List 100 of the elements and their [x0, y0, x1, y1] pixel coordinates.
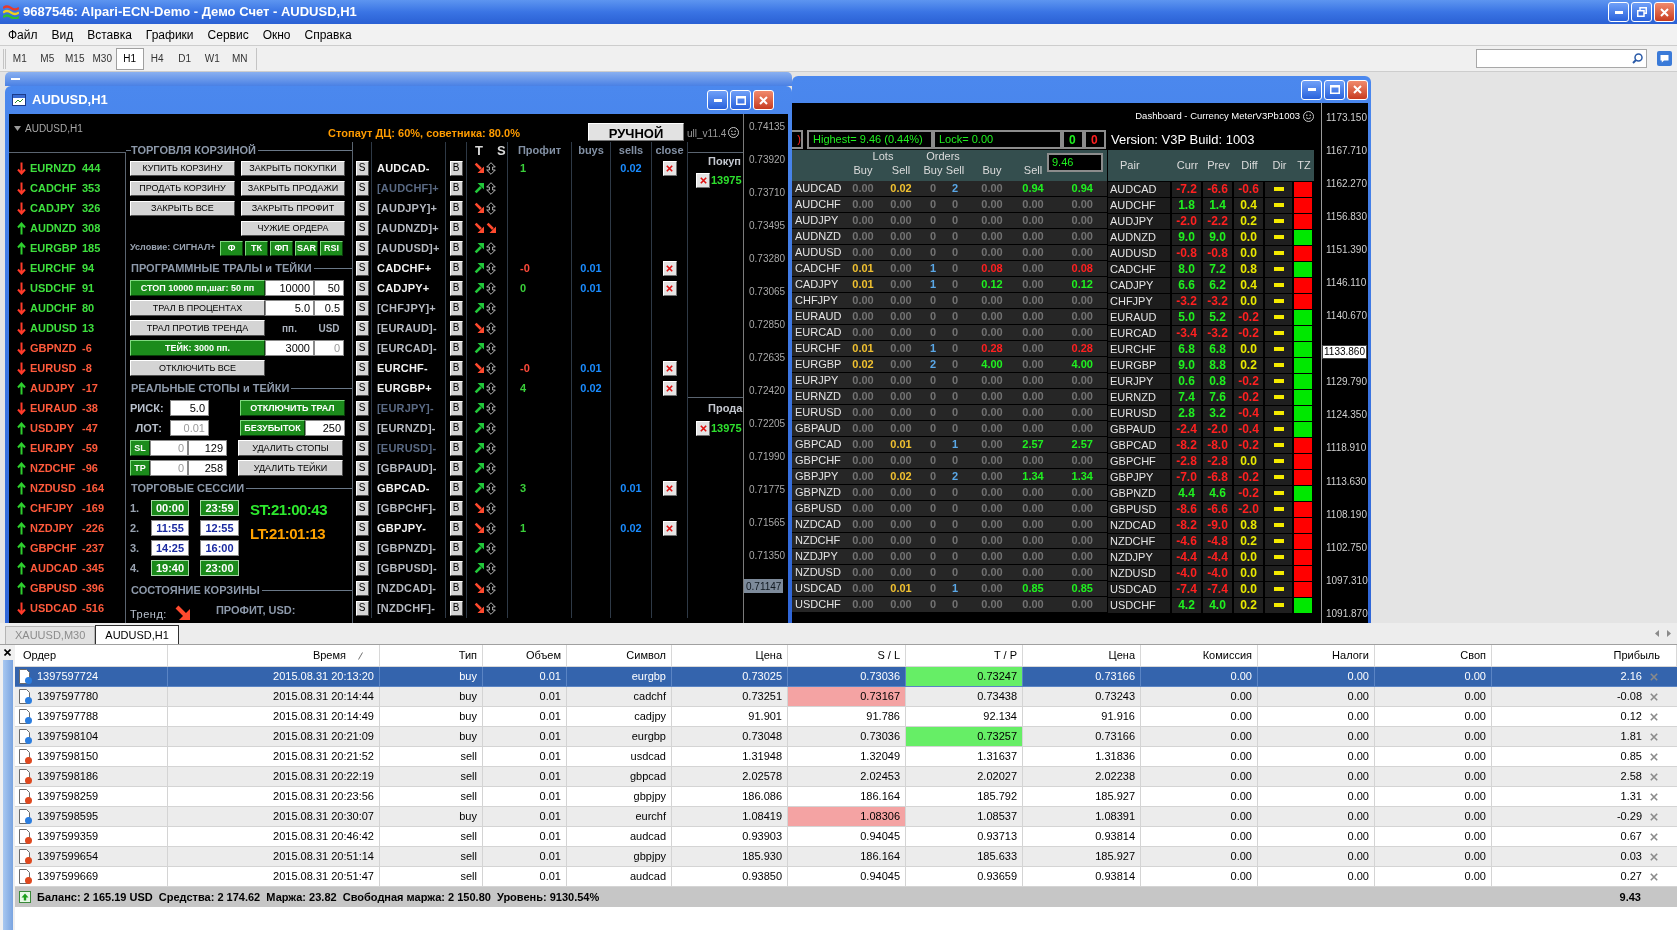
- sell-button[interactable]: S: [355, 260, 369, 276]
- time-field[interactable]: 19:40: [151, 560, 189, 576]
- close-icon[interactable]: [1650, 832, 1658, 841]
- close-icon[interactable]: [1650, 772, 1658, 781]
- maximize-button[interactable]: [1324, 79, 1345, 100]
- buy-button[interactable]: B: [449, 180, 463, 196]
- sell-button[interactable]: S: [355, 320, 369, 336]
- buy-button[interactable]: B: [449, 340, 463, 356]
- table-row[interactable]: 1397597788 2015.08.31 20:14:49 buy 0.01 cadjpy 91.901 91.786 92.134 91.916 0.00 0.00 0.00 0.12: [15, 707, 1677, 727]
- buy-button[interactable]: B: [449, 280, 463, 296]
- toggle-button[interactable]: ФП: [270, 240, 293, 256]
- basket-button[interactable]: ЧУЖИЕ ОРДЕРА: [241, 220, 345, 236]
- timeframe-button[interactable]: W1: [198, 47, 226, 70]
- stop-button[interactable]: ОТКЛЮЧИТЬ ТРАЛ: [240, 400, 345, 416]
- close-order-button[interactable]: [696, 172, 710, 188]
- search-field[interactable]: [1476, 49, 1647, 68]
- sell-button[interactable]: S: [355, 460, 369, 476]
- timeframe-button[interactable]: M1: [6, 47, 34, 70]
- buy-button[interactable]: B: [449, 400, 463, 416]
- table-row[interactable]: 1397598259 2015.08.31 20:23:56 sell 0.01 gbpjpy 186.086 186.164 185.792 185.927 0.00 0.00 0.00 1.31: [15, 787, 1677, 807]
- sell-button[interactable]: S: [355, 400, 369, 416]
- close-icon[interactable]: [1650, 792, 1658, 801]
- buy-button[interactable]: B: [449, 240, 463, 256]
- restore-button[interactable]: [1631, 2, 1652, 22]
- buy-button[interactable]: B: [449, 440, 463, 456]
- sell-button[interactable]: S: [355, 160, 369, 176]
- scroll-right-icon[interactable]: [1667, 630, 1671, 637]
- close-order-button[interactable]: [662, 380, 677, 396]
- sell-button[interactable]: S: [355, 280, 369, 296]
- tab[interactable]: AUDUSD,H1: [95, 625, 179, 644]
- buy-button[interactable]: B: [449, 500, 463, 516]
- toggle-button[interactable]: RSI: [320, 240, 343, 256]
- table-row[interactable]: 1397597724 2015.08.31 20:13:20 buy 0.01 eurgbp 0.73025 0.73036 0.73247 0.73166 0.00 0.00 0.00 2.16: [15, 667, 1677, 687]
- close-icon[interactable]: [1650, 732, 1658, 741]
- close-icon[interactable]: [1650, 712, 1658, 721]
- buy-button[interactable]: B: [449, 600, 463, 616]
- close-icon[interactable]: [1650, 812, 1658, 821]
- menu-item[interactable]: Окно: [255, 25, 298, 44]
- time-field[interactable]: 16:00: [200, 540, 239, 556]
- input-field[interactable]: 258: [188, 460, 227, 476]
- input-field[interactable]: 0.5: [314, 300, 344, 316]
- time-field[interactable]: 23:00: [200, 560, 239, 576]
- minimize-button[interactable]: [1608, 2, 1629, 22]
- close-order-button[interactable]: [662, 260, 677, 276]
- input-field[interactable]: 5.0: [265, 300, 314, 316]
- timeframe-button[interactable]: D1: [171, 47, 199, 70]
- input-field[interactable]: 3000: [265, 340, 314, 356]
- sell-button[interactable]: S: [355, 380, 369, 396]
- timeframe-button[interactable]: MN: [226, 47, 254, 70]
- speech-bubble-icon[interactable]: [1657, 51, 1672, 66]
- timeframe-button[interactable]: M5: [33, 47, 61, 70]
- minimize-button[interactable]: [1301, 79, 1322, 100]
- buy-button[interactable]: B: [449, 380, 463, 396]
- close-order-button[interactable]: [696, 420, 710, 436]
- menu-item[interactable]: Графики: [138, 25, 201, 44]
- time-field[interactable]: 12:55: [200, 520, 239, 536]
- trailing-button[interactable]: ТРАЛ ПРОТИВ ТРЕНДА: [130, 320, 265, 336]
- table-row[interactable]: 1397599359 2015.08.31 20:46:42 sell 0.01 audcad 0.93903 0.94045 0.93713 0.93814 0.00 0.00 0.00 0.67: [15, 827, 1677, 847]
- trailing-button[interactable]: ТРАЛ В ПРОЦЕНТАХ: [130, 300, 265, 316]
- sell-button[interactable]: S: [355, 480, 369, 496]
- toggle-button[interactable]: TP: [130, 460, 150, 476]
- stop-button[interactable]: БЕЗУБЫТОК: [240, 420, 305, 436]
- close-order-button[interactable]: [662, 480, 677, 496]
- menu-item[interactable]: Сервис: [200, 25, 256, 44]
- sell-button[interactable]: S: [355, 500, 369, 516]
- close-icon[interactable]: [1650, 692, 1658, 701]
- close-icon[interactable]: [1650, 872, 1658, 881]
- buy-button[interactable]: B: [449, 300, 463, 316]
- trailing-button[interactable]: СТОП 10000 пп,шаг: 50 пп: [130, 280, 265, 296]
- menu-item[interactable]: Файл: [1, 25, 45, 44]
- buy-button[interactable]: B: [449, 520, 463, 536]
- basket-button[interactable]: ЗАКРЫТЬ ПРОФИТ: [241, 200, 345, 216]
- sell-button[interactable]: S: [355, 440, 369, 456]
- buy-button[interactable]: B: [449, 560, 463, 576]
- table-row[interactable]: 1397599654 2015.08.31 20:51:14 sell 0.01 gbpjpy 185.930 186.164 185.633 185.927 0.00 0.00 0.00 0.03: [15, 847, 1677, 867]
- buy-button[interactable]: B: [449, 160, 463, 176]
- minimize-button[interactable]: [707, 90, 728, 110]
- basket-button[interactable]: ЗАКРЫТЬ ПРОДАЖИ: [241, 180, 345, 196]
- buy-button[interactable]: B: [449, 320, 463, 336]
- time-field[interactable]: 00:00: [151, 500, 189, 516]
- toggle-button[interactable]: Ф: [220, 240, 243, 256]
- sell-button[interactable]: S: [355, 180, 369, 196]
- buy-button[interactable]: B: [449, 260, 463, 276]
- toggle-button[interactable]: SAR: [295, 240, 318, 256]
- buy-button[interactable]: B: [449, 460, 463, 476]
- buy-button[interactable]: B: [449, 220, 463, 236]
- maximize-button[interactable]: [730, 90, 751, 110]
- time-field[interactable]: 23:59: [200, 500, 239, 516]
- buy-button[interactable]: B: [449, 540, 463, 556]
- close-order-button[interactable]: [662, 280, 677, 296]
- timeframe-button[interactable]: M15: [61, 47, 89, 70]
- buy-button[interactable]: B: [449, 480, 463, 496]
- input-field[interactable]: 10000: [265, 280, 314, 296]
- table-row[interactable]: 1397598595 2015.08.31 20:30:07 buy 0.01 eurchf 1.08419 1.08306 1.08537 1.08391 0.00 0.00 0.00 -0.29: [15, 807, 1677, 827]
- stop-button[interactable]: УДАЛИТЬ ТЕЙКИ: [238, 460, 343, 476]
- close-button[interactable]: [4, 649, 11, 656]
- basket-button[interactable]: ЗАКРЫТЬ ВСЕ: [130, 200, 235, 216]
- close-order-button[interactable]: [662, 360, 677, 376]
- basket-button[interactable]: КУПИТЬ КОРЗИНУ: [130, 160, 235, 176]
- input-field[interactable]: 250: [305, 420, 345, 436]
